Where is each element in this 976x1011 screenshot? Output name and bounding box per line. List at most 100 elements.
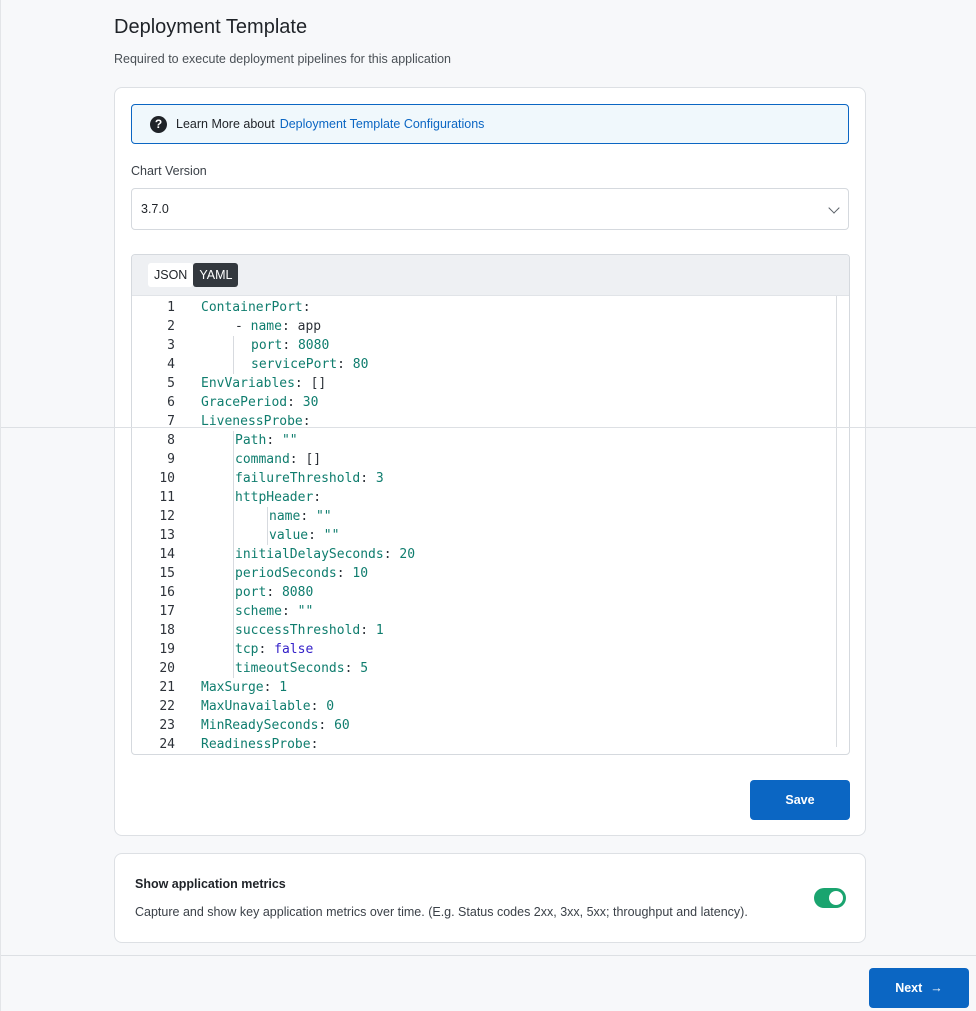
metrics-description: Capture and show key application metrics… xyxy=(135,905,748,919)
next-button[interactable]: Next → xyxy=(869,968,969,1008)
yaml-key: Path xyxy=(235,433,267,448)
code-text: EnvVariables: [] xyxy=(175,374,849,393)
line-number: 11 xyxy=(159,490,175,505)
yaml-separator: : xyxy=(308,528,324,543)
yaml-separator: : xyxy=(294,376,311,391)
code-editor[interactable]: JSON YAML 1 ContainerPort: 2- name: app 3 po… xyxy=(131,254,850,755)
save-button[interactable]: Save xyxy=(750,780,850,820)
yaml-key: - name xyxy=(235,319,282,334)
yaml-key: value xyxy=(269,528,309,543)
yaml-separator: : xyxy=(318,718,335,733)
yaml-value: 0 xyxy=(326,699,335,714)
indent-guide xyxy=(233,659,234,678)
line-number: 22 xyxy=(159,699,175,714)
yaml-value: 1 xyxy=(375,623,384,638)
chart-version-label: Chart Version xyxy=(131,164,207,178)
indent-guide xyxy=(233,640,234,659)
yaml-value: 8080 xyxy=(281,585,314,600)
tab-yaml[interactable]: YAML xyxy=(193,263,239,287)
yaml-value: 8080 xyxy=(297,338,330,353)
page-subtitle: Required to execute deployment pipelines… xyxy=(114,52,452,66)
yaml-key: successThreshold xyxy=(235,623,361,638)
yaml-key: port xyxy=(235,585,267,600)
yaml-key: failureThreshold xyxy=(235,471,361,486)
code-line: 7 LivenessProbe: xyxy=(132,412,849,431)
toggle-knob xyxy=(829,891,843,905)
yaml-separator: : xyxy=(266,433,282,448)
yaml-value: [] xyxy=(310,376,327,391)
code-line: 5 EnvVariables: [] xyxy=(132,374,849,393)
yaml-key: port xyxy=(251,338,283,353)
line-number: 7 xyxy=(167,414,175,429)
line-number: 9 xyxy=(167,452,175,467)
indent-guide xyxy=(233,526,234,545)
yaml-value: 60 xyxy=(334,718,350,733)
indent-guide xyxy=(233,507,234,526)
code-text: LivenessProbe: xyxy=(175,412,849,431)
metrics-toggle[interactable] xyxy=(814,888,846,908)
line-number: 16 xyxy=(159,585,175,600)
line-number: 5 xyxy=(167,376,175,391)
yaml-key: initialDelaySeconds xyxy=(235,547,384,562)
code-line: 20 timeoutSeconds: 5 xyxy=(132,659,849,678)
yaml-value: "" xyxy=(297,604,314,619)
code-line: 4 servicePort: 80 xyxy=(132,355,849,374)
code-line: 17 scheme: "" xyxy=(132,602,849,621)
footer-bar: Next → xyxy=(1,955,976,1011)
yaml-value: "" xyxy=(315,509,332,524)
code-line: 6 GracePeriod: 30 xyxy=(132,393,849,412)
yaml-separator: : xyxy=(310,737,319,752)
line-number: 6 xyxy=(167,395,175,410)
yaml-value: [] xyxy=(305,452,322,467)
yaml-separator: : xyxy=(360,623,376,638)
yaml-key: EnvVariables xyxy=(201,376,295,391)
indent-guide xyxy=(233,469,234,488)
yaml-value: false xyxy=(274,642,314,657)
yaml-key: servicePort xyxy=(251,357,338,372)
yaml-separator: : xyxy=(336,566,353,581)
yaml-key: command xyxy=(235,452,290,467)
deployment-template-card: ? Learn More about Deployment Template C… xyxy=(114,87,866,836)
yaml-key: MinReadySeconds xyxy=(201,718,319,733)
code-line: 16 port: 8080 xyxy=(132,583,849,602)
deployment-template-docs-link[interactable]: Deployment Template Configurations xyxy=(280,117,485,131)
code-text: command: [] xyxy=(175,450,849,469)
yaml-key: MaxSurge xyxy=(201,680,264,695)
chart-version-value: 3.7.0 xyxy=(141,202,169,216)
code-text: ReadinessProbe: xyxy=(175,735,849,754)
code-line: 13 value: "" xyxy=(132,526,849,545)
code-text: port: 8080 xyxy=(175,583,849,602)
code-line: 22 MaxUnavailable: 0 xyxy=(132,697,849,716)
indent-guide xyxy=(233,355,234,374)
chart-version-select[interactable]: 3.7.0 xyxy=(131,188,849,230)
code-area[interactable]: 1 ContainerPort: 2- name: app 3 port: 8080 4 s… xyxy=(132,296,849,754)
yaml-separator: : xyxy=(313,490,322,505)
yaml-separator: : xyxy=(344,661,361,676)
metrics-title: Show application metrics xyxy=(135,877,286,891)
code-line: 23 MinReadySeconds: 60 xyxy=(132,716,849,735)
code-text: httpHeader: xyxy=(175,488,849,507)
code-text: MaxSurge: 1 xyxy=(175,678,849,697)
yaml-value: "" xyxy=(323,528,340,543)
yaml-separator: : xyxy=(287,395,303,410)
line-number: 23 xyxy=(159,718,175,733)
code-line: 18 successThreshold: 1 xyxy=(132,621,849,640)
indent-guide xyxy=(233,564,234,583)
next-label: Next xyxy=(895,981,923,995)
yaml-key: ContainerPort xyxy=(201,300,303,315)
yaml-separator: : xyxy=(302,300,311,315)
yaml-key: tcp xyxy=(235,642,259,657)
yaml-separator: : xyxy=(360,471,376,486)
yaml-separator: : xyxy=(281,604,298,619)
line-number: 10 xyxy=(159,471,175,486)
indent-guide xyxy=(233,621,234,640)
tab-json[interactable]: JSON xyxy=(148,263,194,287)
code-text: Path: "" xyxy=(175,431,849,450)
yaml-separator: : xyxy=(289,452,306,467)
code-line: 2- name: app xyxy=(132,317,849,336)
yaml-value: 1 xyxy=(279,680,288,695)
code-line: 11 httpHeader: xyxy=(132,488,849,507)
yaml-separator: : xyxy=(300,509,316,524)
line-number: 2 xyxy=(167,319,175,334)
line-number: 15 xyxy=(159,566,175,581)
